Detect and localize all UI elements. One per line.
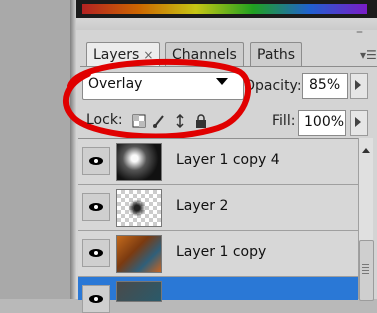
- minimize-icon[interactable]: –: [356, 24, 363, 40]
- tab-paths-label: Paths: [257, 47, 296, 63]
- lock-all-icon[interactable]: [194, 114, 208, 128]
- visibility-toggle[interactable]: [82, 239, 110, 267]
- tab-channels-label: Channels: [172, 47, 237, 63]
- tabs-divider: [80, 66, 377, 67]
- lock-transparent-icon[interactable]: [132, 114, 146, 128]
- visibility-toggle[interactable]: [82, 285, 110, 313]
- tab-layers[interactable]: Layers ×: [86, 42, 161, 67]
- panel-header-bar: [76, 18, 377, 30]
- layer-row[interactable]: Layer 2: [78, 185, 358, 231]
- visibility-toggle[interactable]: [82, 147, 110, 175]
- fill-value: 100%: [304, 114, 345, 130]
- layer-row-selected[interactable]: [78, 277, 358, 313]
- tab-channels[interactable]: Channels: [165, 42, 244, 67]
- chevron-down-icon[interactable]: [216, 78, 228, 85]
- chevron-right-icon: [355, 117, 361, 127]
- opacity-label: Opacity:: [244, 78, 302, 94]
- layer-row[interactable]: Layer 1 copy 4: [78, 139, 358, 185]
- close-icon[interactable]: ×: [143, 48, 153, 62]
- layers-list[interactable]: Layer 1 copy 4 Layer 2 Layer 1 copy: [78, 138, 358, 313]
- lock-label: Lock:: [86, 112, 123, 128]
- fill-label: Fill:: [272, 113, 296, 129]
- panel-menu-icon[interactable]: ▾☰: [360, 48, 377, 62]
- layer-thumbnail: [116, 143, 162, 181]
- chevron-right-icon: [355, 80, 361, 90]
- tab-paths[interactable]: Paths: [250, 42, 303, 67]
- lock-brush-icon[interactable]: [152, 114, 166, 128]
- lock-move-icon[interactable]: [173, 114, 187, 128]
- blend-mode-value: Overlay: [88, 76, 143, 92]
- tab-layers-label: Layers: [93, 47, 140, 63]
- layer-name: Layer 2: [176, 198, 229, 214]
- thumbnail-content: [125, 200, 149, 216]
- scroll-up-icon[interactable]: [362, 148, 370, 153]
- layer-row[interactable]: Layer 1 copy: [78, 231, 358, 277]
- canvas-background: [0, 0, 70, 299]
- opacity-value: 85%: [309, 77, 341, 93]
- layer-thumbnail: [116, 189, 162, 227]
- eye-icon: [89, 203, 103, 211]
- visibility-toggle[interactable]: [82, 193, 110, 221]
- swatches-strip[interactable]: [76, 0, 377, 18]
- layer-name: Layer 1 copy: [176, 244, 267, 260]
- eye-icon: [89, 157, 103, 165]
- color-spectrum[interactable]: [82, 4, 367, 14]
- layer-name: Layer 1 copy 4: [176, 152, 280, 168]
- eye-icon: [89, 249, 103, 257]
- grip-icon: [362, 264, 369, 274]
- layer-thumbnail: [116, 235, 162, 273]
- eye-icon: [89, 295, 103, 303]
